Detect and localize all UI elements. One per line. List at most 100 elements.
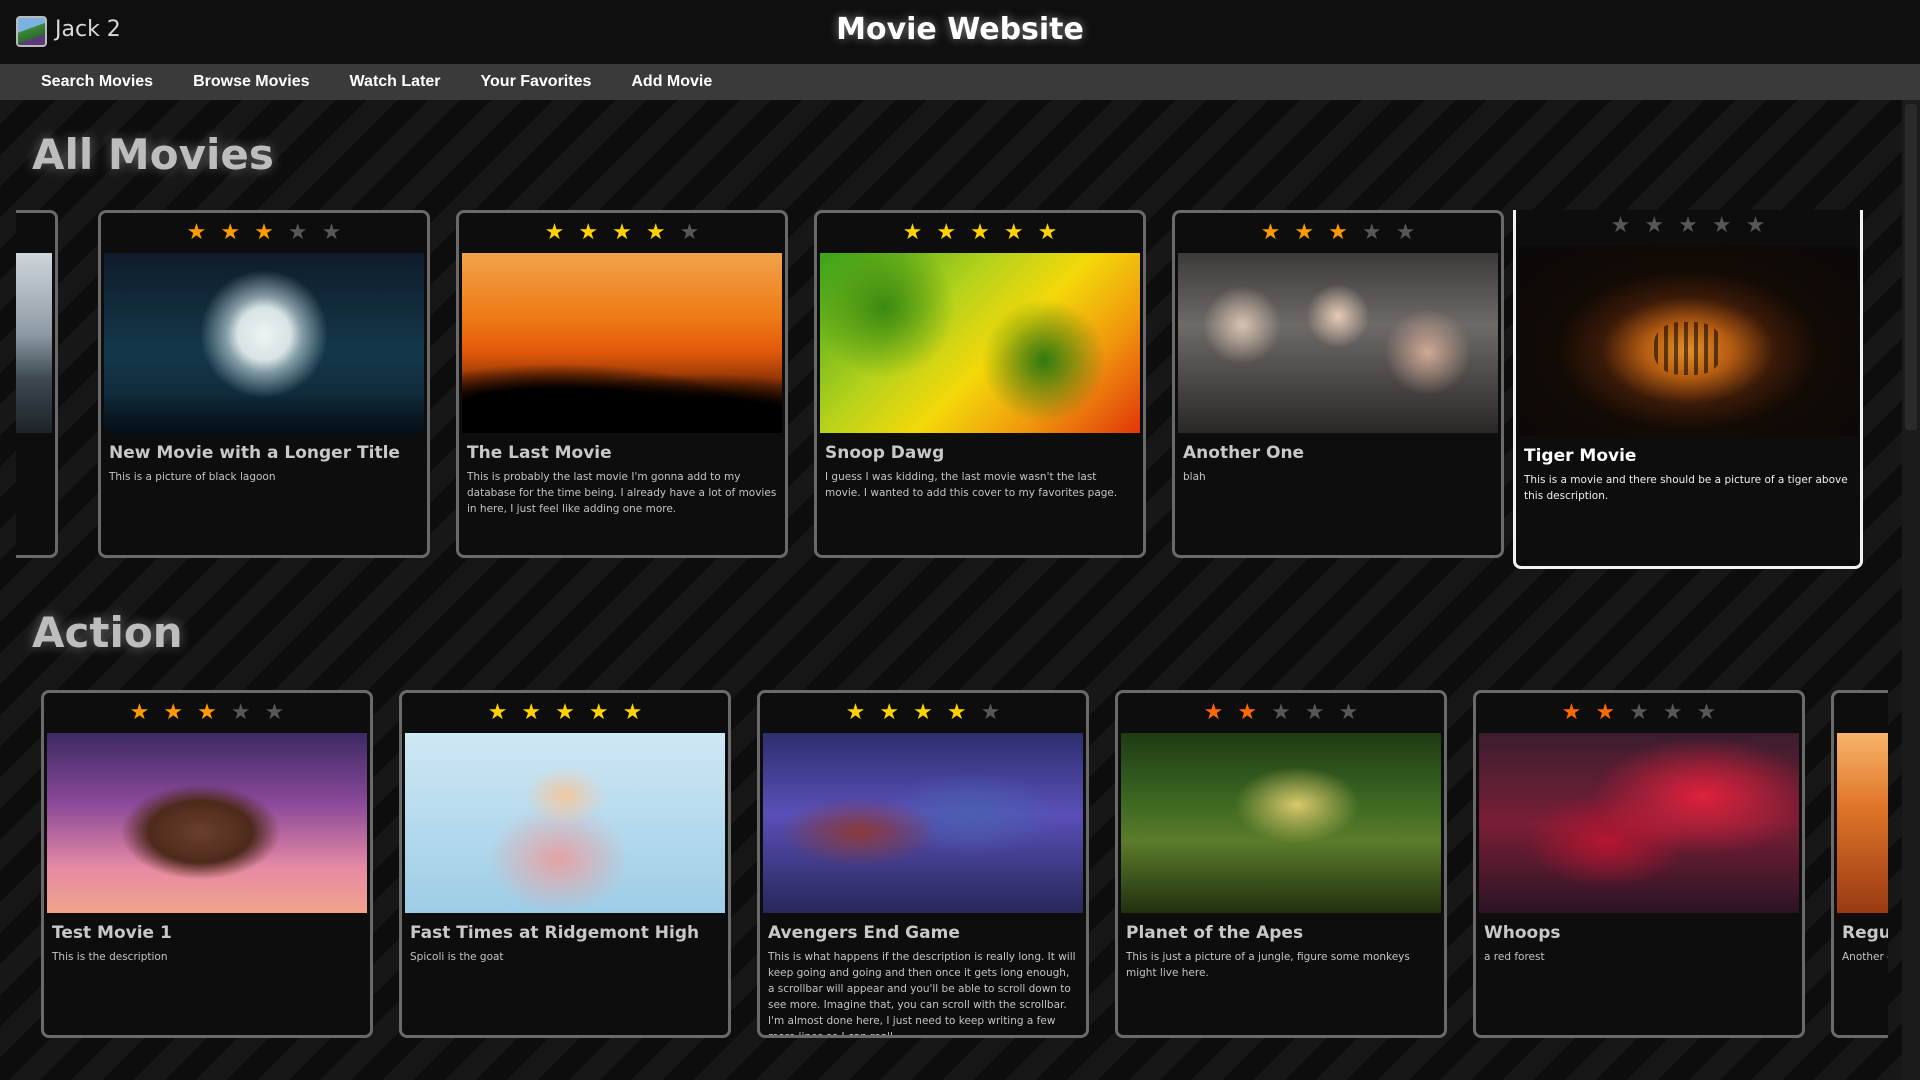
star-icon[interactable]: ★ <box>1362 222 1382 244</box>
star-icon[interactable]: ★ <box>1204 702 1224 724</box>
star-icon[interactable]: ★ <box>521 702 541 724</box>
star-icon[interactable]: ★ <box>1396 222 1416 244</box>
star-icon[interactable]: ★ <box>1038 222 1058 244</box>
star-icon[interactable]: ★ <box>1237 702 1257 724</box>
star-rating[interactable]: ★ ★ ★ ★ ★ <box>1175 213 1501 253</box>
party-crowd-icon[interactable] <box>1178 253 1498 433</box>
autumn-icon[interactable] <box>1837 733 1888 913</box>
star-icon[interactable]: ★ <box>981 702 1001 724</box>
star-rating[interactable]: ★★★★★ <box>1834 693 1888 733</box>
star-rating[interactable]: ★ ★ ★ ★ ★ <box>1476 693 1802 733</box>
nav-browse-movies[interactable]: Browse Movies <box>173 64 329 100</box>
star-rating[interactable]: ★ ★ ★ ★ ★ <box>1516 210 1860 246</box>
movie-title: The Last Movie <box>467 443 612 463</box>
page-scrollbar[interactable] <box>1902 100 1920 1080</box>
movie-card[interactable]: ★ ★ ★ ★ ★ Planet of the Apes This is just a pi… <box>1115 690 1447 1038</box>
star-rating[interactable]: ★ ★ ★ ★ ★ <box>459 213 785 253</box>
movie-card[interactable]: ★ ★ ★ ★ ★ The Last Movie This is probably the … <box>456 210 788 558</box>
star-icon[interactable]: ★ <box>130 702 150 724</box>
star-icon[interactable]: ★ <box>578 222 598 244</box>
star-icon[interactable]: ★ <box>879 702 899 724</box>
star-icon[interactable]: ★ <box>197 702 217 724</box>
movie-card[interactable]: ★★★★★ <box>16 210 58 558</box>
nav-watch-later[interactable]: Watch Later <box>330 64 461 100</box>
star-icon[interactable]: ★ <box>947 702 967 724</box>
movie-card[interactable]: ★ ★ ★ ★ ★ Whoops a red forest <box>1473 690 1805 1038</box>
star-icon[interactable]: ★ <box>612 222 632 244</box>
star-icon[interactable]: ★ <box>555 702 575 724</box>
star-rating[interactable]: ★ ★ ★ ★ ★ <box>817 213 1143 253</box>
movie-card[interactable]: ★★★★★ Regul Another g going to b <box>1831 690 1888 1038</box>
star-rating[interactable]: ★★★★★ <box>16 213 55 253</box>
star-icon[interactable]: ★ <box>903 222 923 244</box>
star-icon[interactable]: ★ <box>231 702 251 724</box>
star-icon[interactable]: ★ <box>1562 702 1582 724</box>
movie-card[interactable]: ★ ★ ★ ★ ★ Snoop Dawg I guess I was kidding, th… <box>814 210 1146 558</box>
movie-card[interactable]: ★ ★ ★ ★ ★ Test Movie 1 This is the description <box>41 690 373 1038</box>
star-icon[interactable]: ★ <box>1644 215 1664 237</box>
red-forest-icon[interactable] <box>1479 733 1799 913</box>
mountains-icon[interactable] <box>16 253 52 433</box>
star-icon[interactable]: ★ <box>646 222 666 244</box>
star-icon[interactable]: ★ <box>1629 702 1649 724</box>
star-icon[interactable]: ★ <box>545 222 565 244</box>
star-icon[interactable]: ★ <box>1712 215 1732 237</box>
tiger-icon[interactable] <box>1519 246 1857 436</box>
star-icon[interactable]: ★ <box>913 702 933 724</box>
star-icon[interactable]: ★ <box>1697 702 1717 724</box>
star-icon[interactable]: ★ <box>1305 702 1325 724</box>
star-icon[interactable]: ★ <box>1004 222 1024 244</box>
portrait-icon[interactable] <box>47 733 367 913</box>
sunset-couple-icon[interactable] <box>462 253 782 433</box>
avengers-poster-icon[interactable] <box>763 733 1083 913</box>
movie-card[interactable]: ★ ★ ★ ★ ★ Another One blah <box>1172 210 1504 558</box>
moon-girl-icon[interactable] <box>104 253 424 433</box>
section-title-action: Action <box>32 608 183 657</box>
leaves-icon[interactable] <box>820 253 1140 433</box>
star-icon[interactable]: ★ <box>1328 222 1348 244</box>
movie-card[interactable]: ★ ★ ★ ★ ★ Tiger Movie This is a movie and ther… <box>1513 210 1863 569</box>
movie-card[interactable]: ★ ★ ★ ★ ★ Avengers End Game This is what happe… <box>757 690 1089 1038</box>
page-scrollbar-thumb[interactable] <box>1905 104 1917 430</box>
star-icon[interactable]: ★ <box>846 702 866 724</box>
star-icon[interactable]: ★ <box>589 702 609 724</box>
star-icon[interactable]: ★ <box>1271 702 1291 724</box>
star-icon[interactable]: ★ <box>1261 222 1281 244</box>
star-icon[interactable]: ★ <box>680 222 700 244</box>
movie-card[interactable]: ★ ★ ★ ★ ★ Fast Times at Ridgemont High Spicoli… <box>399 690 731 1038</box>
star-icon[interactable]: ★ <box>488 702 508 724</box>
star-icon[interactable]: ★ <box>970 222 990 244</box>
star-icon[interactable]: ★ <box>288 222 308 244</box>
star-rating[interactable]: ★ ★ ★ ★ ★ <box>402 693 728 733</box>
star-icon[interactable]: ★ <box>163 702 183 724</box>
nav-your-favorites[interactable]: Your Favorites <box>461 64 612 100</box>
star-icon[interactable]: ★ <box>1746 215 1766 237</box>
star-icon[interactable]: ★ <box>322 222 342 244</box>
star-icon[interactable]: ★ <box>1678 215 1698 237</box>
star-rating[interactable]: ★ ★ ★ ★ ★ <box>44 693 370 733</box>
fast-times-poster-icon[interactable] <box>405 733 725 913</box>
star-rating[interactable]: ★ ★ ★ ★ ★ <box>101 213 427 253</box>
nav-add-movie[interactable]: Add Movie <box>611 64 732 100</box>
star-icon[interactable]: ★ <box>187 222 207 244</box>
jungle-icon[interactable] <box>1121 733 1441 913</box>
star-rating[interactable]: ★ ★ ★ ★ ★ <box>760 693 1086 733</box>
star-icon[interactable]: ★ <box>265 702 285 724</box>
star-icon[interactable]: ★ <box>623 702 643 724</box>
star-icon[interactable]: ★ <box>1663 702 1683 724</box>
star-icon[interactable]: ★ <box>936 222 956 244</box>
star-icon[interactable]: ★ <box>1339 702 1359 724</box>
movie-row-all-movies[interactable]: ★ ★ ★ ★ ★ ★ ★ ★ ★ ★ New Movie with a Longer Title T… <box>16 210 1888 582</box>
star-icon[interactable]: ★ <box>1595 702 1615 724</box>
movie-row-action[interactable]: ★ ★ ★ ★ ★ Test Movie 1 This is the description… <box>16 690 1888 1062</box>
star-icon[interactable]: ★ <box>254 222 274 244</box>
nav-search-movies[interactable]: Search Movies <box>21 64 173 100</box>
star-icon[interactable]: ★ <box>1611 215 1631 237</box>
movie-title: New Movie with a Longer Title <box>109 443 400 463</box>
star-rating[interactable]: ★ ★ ★ ★ ★ <box>1118 693 1444 733</box>
star-icon[interactable]: ★ <box>1294 222 1314 244</box>
star-icon[interactable]: ★ <box>220 222 240 244</box>
movie-title: Test Movie 1 <box>52 923 172 943</box>
movie-card[interactable]: ★ ★ ★ ★ ★ New Movie with a Longer Title This i… <box>98 210 430 558</box>
movie-title: Tiger Movie <box>1524 446 1637 466</box>
